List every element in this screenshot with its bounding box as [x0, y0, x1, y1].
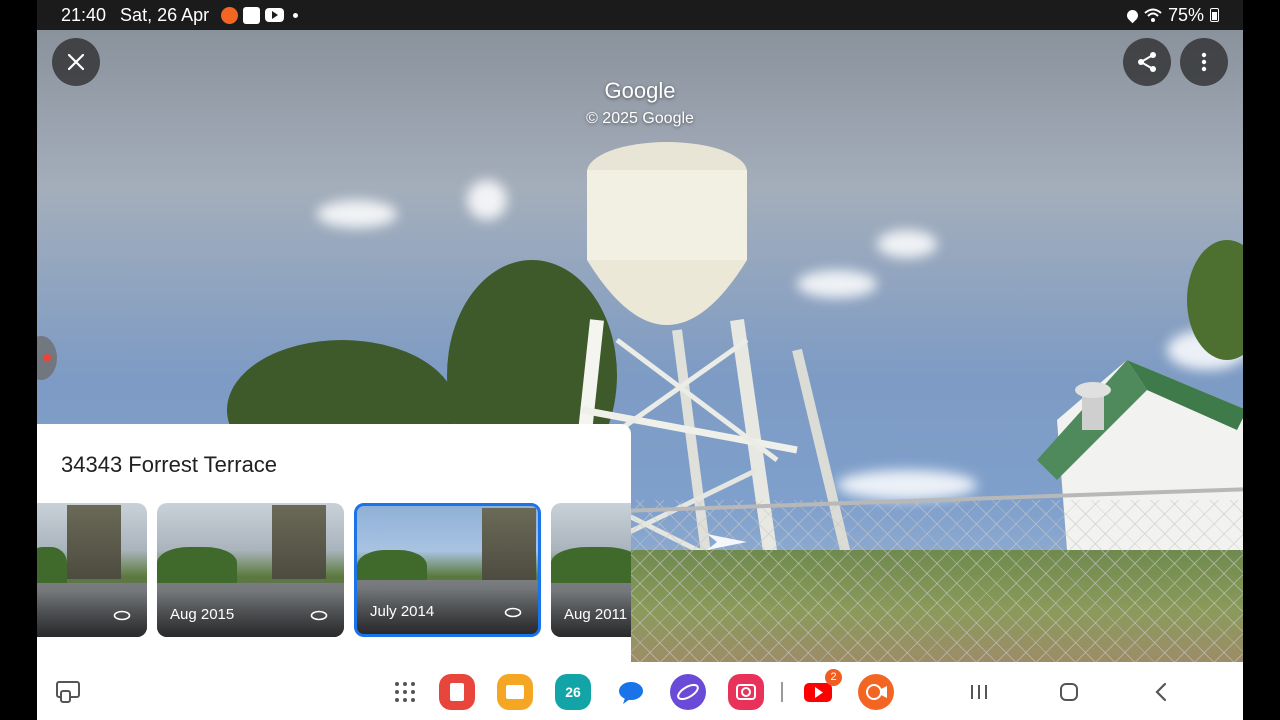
panorama-360-icon [310, 610, 328, 621]
internet-app-icon [677, 684, 699, 700]
chain-link-fence [627, 500, 1243, 662]
internet-app-button[interactable] [670, 674, 706, 710]
panorama-360-icon [504, 607, 522, 618]
taskbar: 26 2 [37, 662, 1243, 720]
notification-icons [221, 6, 299, 24]
youtube-app-button[interactable]: 2 [800, 669, 842, 710]
camera-app-button[interactable] [728, 674, 764, 710]
more-options-button[interactable] [1180, 38, 1228, 86]
files-app-button[interactable] [497, 674, 533, 710]
apps-grid-icon [387, 674, 423, 702]
thumbnail-building [482, 508, 536, 582]
thumbnail-building [67, 505, 121, 579]
cloud [467, 180, 507, 220]
battery-icon [1210, 8, 1219, 22]
navigation-arrow-icon[interactable] [705, 530, 749, 554]
wifi-icon [1144, 8, 1162, 22]
youtube-icon [265, 8, 285, 22]
status-bar: 21:40 Sat, 26 Apr 75% [37, 0, 1243, 30]
edge-panel-handle[interactable] [37, 336, 57, 380]
back-icon [1155, 682, 1167, 702]
notification-badge: 2 [825, 669, 842, 686]
timeline-thumbnail-selected[interactable]: July 2014 [354, 503, 541, 637]
more-notifications-dot-icon [293, 12, 299, 18]
close-icon [67, 53, 85, 71]
screen-recorder-app-icon [866, 684, 887, 700]
thumbnail-trees [551, 547, 631, 587]
recent-apps-icon [971, 685, 987, 699]
timeline-thumbnail[interactable]: Aug 2015 [157, 503, 344, 637]
back-button[interactable] [1143, 674, 1179, 710]
recent-apps-button[interactable] [961, 674, 997, 710]
panorama-360-icon [113, 610, 131, 621]
status-time: 21:40 [61, 4, 107, 25]
timeline-thumbnail[interactable] [37, 503, 147, 637]
apps-button[interactable] [387, 674, 423, 710]
share-button[interactable] [1123, 38, 1171, 86]
place-address-title: 34343 Forrest Terrace [61, 452, 278, 477]
cloud [317, 200, 397, 228]
messages-app-icon [619, 682, 643, 704]
gallery-icon [243, 6, 261, 24]
messages-app-button[interactable] [613, 674, 649, 710]
battery-percent: 75% [1167, 4, 1204, 25]
copyright-label: © 2025 Google [586, 110, 694, 127]
place-bottom-sheet: 34343 Forrest Terrace Aug 2015 July 2014… [37, 424, 631, 664]
location-icon [1124, 7, 1141, 23]
thumbnail-date-label: July 2014 [370, 603, 435, 620]
home-icon [1060, 683, 1078, 701]
calendar-app-button[interactable]: 26 [555, 674, 591, 710]
close-button[interactable] [52, 38, 100, 86]
device-frame: 21:40 Sat, 26 Apr 75% Google © 2025 Goog… [37, 0, 1243, 720]
thumbnail-building [272, 505, 326, 579]
more-vert-icon [1201, 52, 1207, 72]
files-app-icon [506, 685, 524, 699]
google-brand-label: Google [604, 78, 676, 103]
notes-app-button[interactable] [439, 674, 475, 710]
notes-app-icon [450, 683, 464, 701]
camera-app-icon [736, 684, 756, 700]
timeline-thumbnail-strip[interactable]: Aug 2015 July 2014 Aug 2011 [37, 503, 631, 637]
thumbnail-trees [157, 547, 237, 587]
screen-switch-button[interactable] [51, 674, 87, 710]
screen-recorder-app-button[interactable] [858, 674, 894, 710]
timeline-thumbnail[interactable]: Aug 2011 [551, 503, 631, 637]
home-button[interactable] [1051, 674, 1087, 710]
screen-recorder-icon [221, 6, 239, 24]
status-date: Sat, 26 Apr [120, 4, 210, 25]
thumbnail-date-label: Aug 2015 [170, 606, 235, 623]
taskbar-divider [781, 682, 783, 702]
calendar-app-icon: 26 [565, 684, 581, 700]
thumbnail-trees [37, 547, 67, 587]
status-right: 75% [1124, 4, 1219, 26]
share-icon [1138, 52, 1156, 72]
thumbnail-date-label: Aug 2011 [564, 606, 628, 623]
screen-switch-icon [56, 681, 80, 703]
